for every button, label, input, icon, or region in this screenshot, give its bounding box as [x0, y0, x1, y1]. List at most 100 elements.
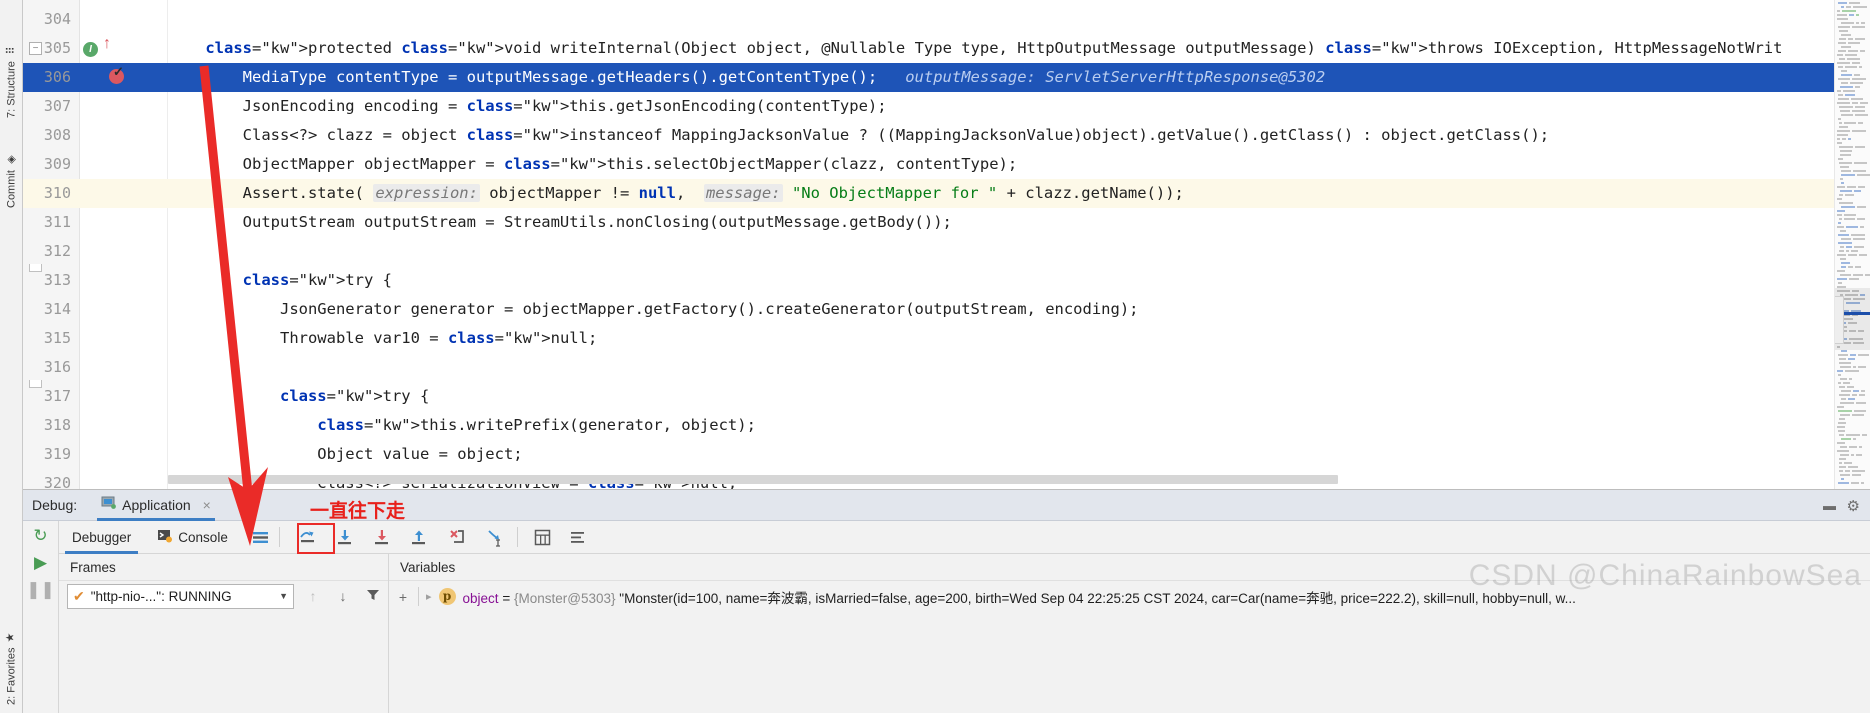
code-line[interactable]: class="kw">try { — [168, 266, 392, 295]
minimap-line — [1848, 358, 1855, 360]
frame-up-icon[interactable]: ↑ — [302, 588, 324, 604]
gear-icon[interactable]: ⚙ — [1847, 497, 1860, 515]
line-number: 318 — [43, 416, 71, 434]
minimap-line — [1860, 226, 1864, 228]
code-line[interactable]: JsonEncoding encoding = class="kw">this.… — [168, 92, 887, 121]
code-line[interactable]: OutputStream outputStream = StreamUtils.… — [168, 208, 952, 237]
fold-region-toggle[interactable] — [29, 380, 42, 388]
code-editor[interactable]: 304 305 class="kw">protected class="kw">v… — [23, 0, 1870, 489]
minimap-line — [1853, 238, 1865, 240]
fold-region-toggle[interactable]: − — [29, 42, 42, 55]
thread-selector[interactable]: ✔ "http-nio-...": RUNNING ▼ — [67, 583, 294, 609]
run-to-cursor-icon[interactable] — [482, 524, 509, 551]
step-out-icon[interactable] — [406, 524, 433, 551]
evaluate-expression-icon[interactable] — [529, 524, 556, 551]
breakpoint-verified-icon: ✓ — [113, 64, 124, 79]
minimap-line — [1844, 462, 1852, 464]
tab-console[interactable]: Console — [144, 521, 241, 554]
minimap-line — [1841, 182, 1844, 184]
debug-header-label: Debug: — [32, 497, 78, 513]
intention-bulb-icon[interactable]: I — [83, 42, 98, 57]
minimap-line — [1839, 106, 1853, 108]
structure-label: 7: Structure — [5, 61, 18, 118]
minimap-line — [1838, 118, 1841, 120]
minimap-line — [1837, 54, 1843, 56]
line-number: 312 — [43, 242, 71, 260]
minimap-line — [1845, 370, 1859, 372]
minimap-line — [1840, 378, 1847, 380]
minimap-line — [1859, 254, 1867, 256]
left-tool-strip: 7: Structure ⠿ Commit ◈ 2: Favorites ★ — [0, 0, 23, 713]
line-number: 319 — [43, 445, 71, 463]
force-step-into-icon[interactable] — [369, 524, 396, 551]
minimap-line — [1856, 402, 1866, 404]
code-line[interactable]: MediaType contentType = outputMessage.ge… — [168, 63, 1326, 92]
close-icon[interactable]: × — [203, 497, 211, 513]
add-watch-icon[interactable]: + — [395, 589, 411, 605]
minimap-line — [1852, 110, 1865, 112]
show-execution-point-icon[interactable] — [247, 524, 274, 551]
filter-icon[interactable] — [362, 588, 384, 605]
code-line[interactable]: JsonGenerator generator = objectMapper.g… — [168, 295, 1139, 324]
minimap-line — [1837, 90, 1841, 92]
idea-window: 7: Structure ⠿ Commit ◈ 2: Favorites ★ 3… — [0, 0, 1870, 713]
minimap-line — [1853, 170, 1866, 172]
line-number: 316 — [43, 358, 71, 376]
debugger-toolbar: Debugger Console — [59, 521, 1870, 554]
minimap-line — [1848, 50, 1858, 52]
code-line[interactable]: Class<?> clazz = object class="kw">insta… — [168, 121, 1550, 150]
chevron-down-icon[interactable]: ▼ — [279, 591, 288, 601]
sidebar-item-favorites[interactable]: 2: Favorites ★ — [0, 590, 23, 705]
hide-window-icon[interactable]: ▬ — [1823, 498, 1836, 513]
console-icon — [157, 528, 173, 546]
rerun-icon[interactable]: ↻ — [33, 527, 47, 544]
code-line[interactable]: Assert.state( expression: objectMapper !… — [168, 179, 1184, 208]
editor-horizontal-scrollbar[interactable] — [168, 475, 1338, 484]
minimap-line — [1849, 2, 1860, 4]
minimap-line — [1842, 10, 1856, 12]
minimap-line — [1855, 106, 1865, 108]
minimap-line — [1854, 190, 1861, 192]
minimap-line — [1839, 358, 1846, 360]
pause-program-icon[interactable]: ❚❚ — [26, 581, 55, 598]
minimap-line — [1848, 38, 1853, 40]
expand-arrow-icon[interactable]: ▸ — [426, 590, 432, 603]
code-line[interactable]: class="kw">try { — [168, 382, 429, 411]
minimap-line — [1846, 246, 1852, 248]
minimap-line — [1841, 478, 1844, 480]
override-arrow-icon[interactable]: ↑ — [103, 36, 111, 52]
resume-program-icon[interactable]: ▶ — [34, 554, 47, 571]
frames-title: Frames — [59, 554, 388, 581]
line-number: 308 — [43, 126, 71, 144]
minimap-line — [1854, 410, 1866, 412]
minimap-line — [1840, 402, 1854, 404]
code-line[interactable]: ObjectMapper objectMapper = class="kw">t… — [168, 150, 1018, 179]
minimap-line — [1851, 454, 1854, 456]
tab-debugger[interactable]: Debugger — [59, 521, 144, 554]
minimap-line — [1840, 366, 1851, 368]
drop-frame-icon[interactable] — [444, 524, 471, 551]
minimap-line — [1837, 14, 1847, 16]
minimap-line — [1862, 434, 1867, 436]
frame-down-icon[interactable]: ↓ — [332, 588, 354, 604]
tab-debugger-label: Debugger — [72, 529, 132, 545]
code-line[interactable]: class="kw">this.writePrefix(generator, o… — [168, 411, 756, 440]
code-line[interactable]: Object value = object; — [168, 440, 522, 469]
step-into-icon[interactable] — [332, 524, 359, 551]
sidebar-item-structure[interactable]: 7: Structure ⠿ — [0, 8, 23, 118]
scrollbar-grip[interactable] — [1835, 296, 1844, 344]
toolbar-separator — [516, 527, 518, 547]
minimap-line — [1841, 398, 1846, 400]
code-minimap[interactable] — [1834, 0, 1870, 489]
sidebar-item-commit[interactable]: Commit ◈ — [0, 128, 23, 208]
minimap-line — [1838, 430, 1845, 432]
minimap-line — [1839, 162, 1852, 164]
settings-icon[interactable] — [565, 524, 592, 551]
code-line[interactable]: class="kw">protected class="kw">void wri… — [168, 34, 1782, 63]
minimap-line — [1849, 14, 1854, 16]
frames-thread-row: ✔ "http-nio-...": RUNNING ▼ ↑ ↓ — [59, 581, 388, 611]
code-line[interactable]: Throwable var10 = class="kw">null; — [168, 324, 597, 353]
fold-region-toggle[interactable] — [29, 264, 42, 272]
debug-tab-application[interactable]: Application × — [97, 490, 215, 521]
minimap-line — [1858, 366, 1866, 368]
